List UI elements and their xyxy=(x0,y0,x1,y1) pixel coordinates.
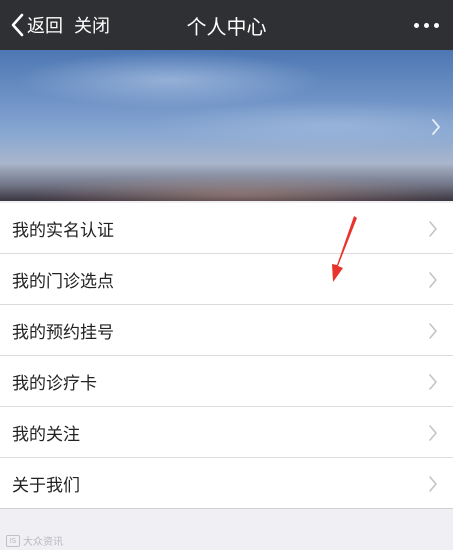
page-title: 个人中心 xyxy=(186,14,267,39)
close-button[interactable]: 关闭 xyxy=(74,11,110,39)
menu-item-appointments[interactable]: 我的预约挂号 xyxy=(0,305,453,356)
chevron-right-icon xyxy=(429,425,437,441)
chevron-right-icon xyxy=(429,272,437,288)
menu-item-clinic-selection[interactable]: 我的门诊选点 xyxy=(0,254,453,305)
more-dots-icon[interactable] xyxy=(414,16,439,34)
menu-item-label: 关于我们 xyxy=(12,475,80,496)
menu-item-label: 我的预约挂号 xyxy=(12,322,114,343)
chevron-right-icon xyxy=(432,119,440,135)
menu-item-label: 我的实名认证 xyxy=(12,220,114,241)
menu-item-following[interactable]: 我的关注 xyxy=(0,407,453,458)
menu-item-real-name-verification[interactable]: 我的实名认证 xyxy=(0,203,453,254)
watermark-text: 大众资讯 xyxy=(23,537,63,548)
menu-item-about-us[interactable]: 关于我们 xyxy=(0,458,453,509)
watermark-logo-icon: IS xyxy=(6,534,20,547)
profile-banner[interactable] xyxy=(0,50,453,201)
chevron-right-icon xyxy=(429,476,437,492)
chevron-right-icon xyxy=(429,323,437,339)
menu-item-label: 我的诊疗卡 xyxy=(12,373,97,394)
navigation-bar: 返回 关闭 个人中心 xyxy=(0,0,453,50)
back-label: 返回 xyxy=(27,16,63,37)
back-button[interactable]: 返回 xyxy=(10,11,63,39)
menu-item-label: 我的门诊选点 xyxy=(12,271,114,292)
menu-item-medical-card[interactable]: 我的诊疗卡 xyxy=(0,356,453,407)
chevron-right-icon xyxy=(429,221,437,237)
chevron-left-icon xyxy=(11,13,24,37)
watermark: IS 大众资讯 xyxy=(6,533,63,548)
menu-item-label: 我的关注 xyxy=(12,424,80,445)
chevron-right-icon xyxy=(429,374,437,390)
menu-list: 我的实名认证 我的门诊选点 我的预约挂号 我的诊疗卡 我的关注 关于我们 xyxy=(0,203,453,509)
